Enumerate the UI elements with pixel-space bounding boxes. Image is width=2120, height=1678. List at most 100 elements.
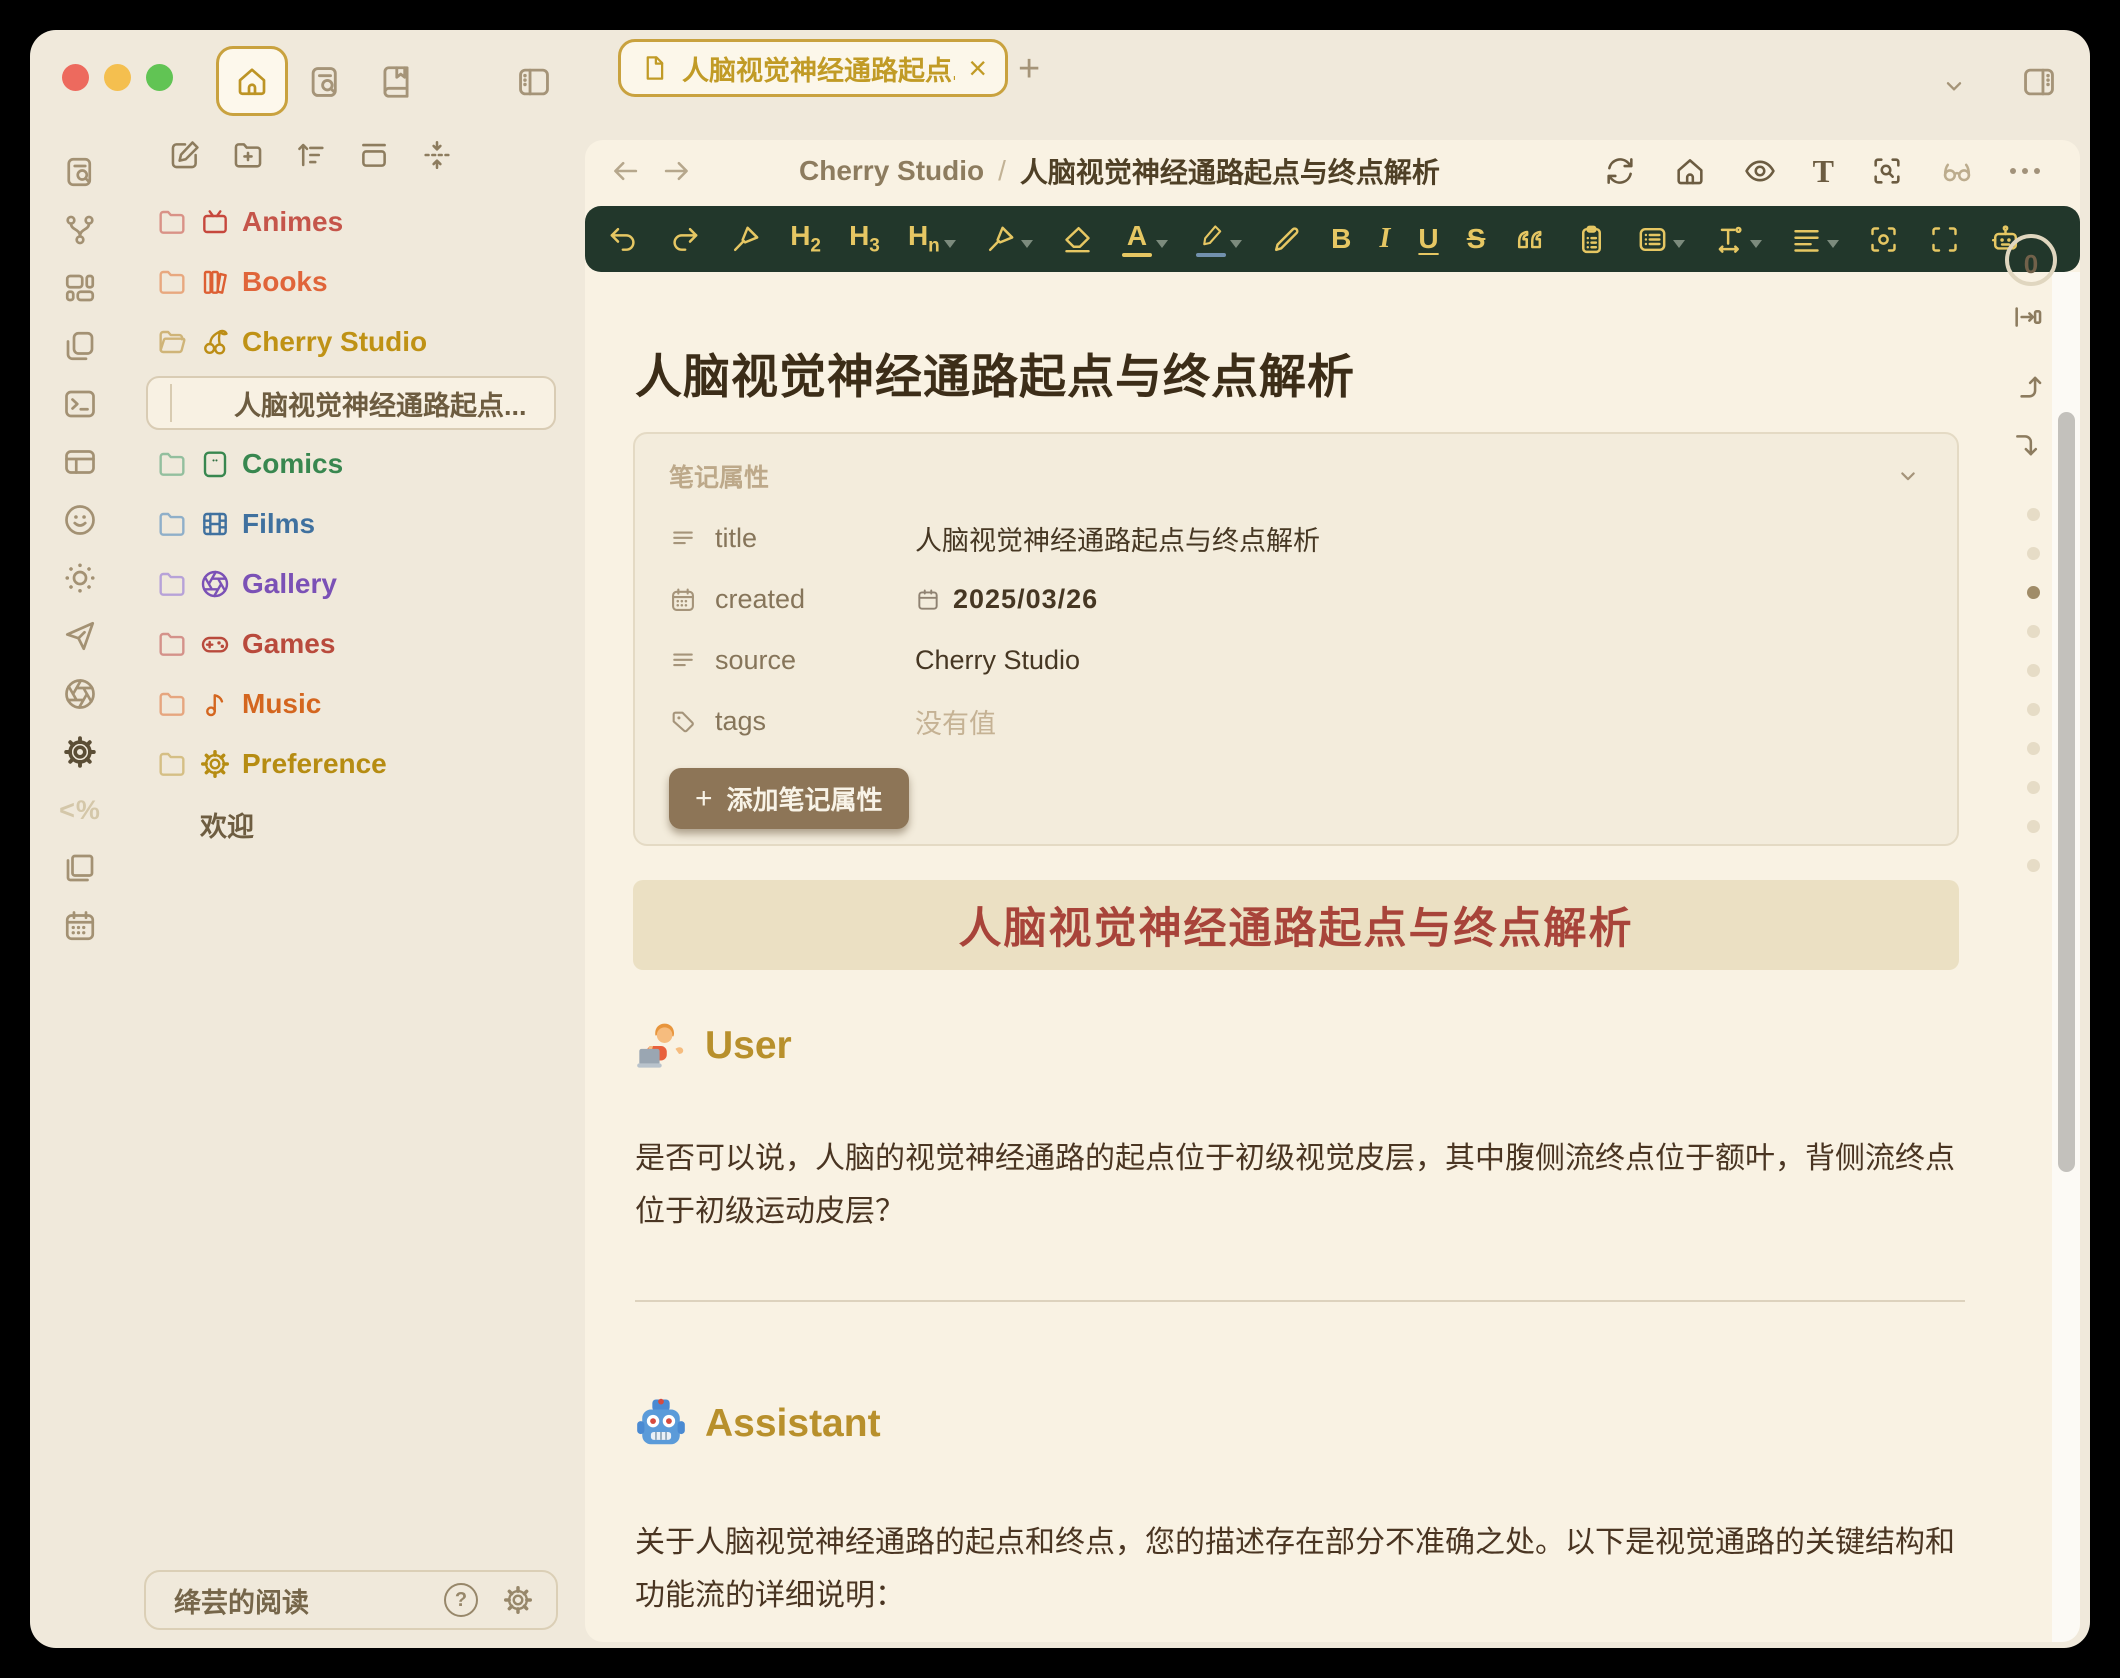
fullscreen-button[interactable]: [1928, 223, 1961, 256]
layout-icon[interactable]: [62, 444, 98, 480]
sidebar-item-games[interactable]: Games: [142, 614, 562, 674]
floating-counter-badge[interactable]: 0: [2005, 234, 2057, 286]
outline-dot-active[interactable]: [2027, 586, 2040, 599]
scrollbar-thumb[interactable]: [2058, 412, 2075, 1172]
scroll-top-button[interactable]: [2008, 368, 2048, 402]
compose-icon[interactable]: [168, 138, 202, 172]
font-color-button[interactable]: A: [1122, 222, 1168, 257]
redo-button[interactable]: [668, 223, 701, 256]
text-spacing-button[interactable]: [1713, 223, 1762, 256]
search-focus-icon[interactable]: [1870, 154, 1904, 188]
search-note-icon[interactable]: [62, 154, 98, 190]
scroll-bottom-button[interactable]: [2008, 430, 2048, 464]
style-brush-button[interactable]: [984, 223, 1033, 256]
tab-list-button[interactable]: [1938, 70, 1976, 108]
clear-format-button[interactable]: [1061, 223, 1094, 256]
settings-icon[interactable]: [62, 734, 98, 770]
outline-dot[interactable]: [2027, 664, 2040, 677]
italic-button[interactable]: I: [1379, 225, 1390, 253]
refresh-icon[interactable]: [1603, 154, 1637, 188]
typography-icon[interactable]: T: [1813, 154, 1834, 188]
attribute-row-created[interactable]: created 2025/03/26: [669, 569, 1923, 630]
eye-icon[interactable]: [1743, 154, 1777, 188]
copy-icon[interactable]: [62, 328, 98, 364]
outline-dot[interactable]: [2027, 781, 2040, 794]
outline-dot[interactable]: [2027, 508, 2040, 521]
bold-button[interactable]: B: [1331, 225, 1351, 253]
sidebar-item-music[interactable]: Music: [142, 674, 562, 734]
windows-icon[interactable]: [62, 850, 98, 886]
attribute-value[interactable]: 2025/03/26: [915, 584, 1098, 615]
flip-board-icon[interactable]: [357, 138, 391, 172]
close-window-button[interactable]: [62, 64, 89, 91]
add-attribute-button[interactable]: + 添加笔记属性: [669, 768, 909, 829]
outline-dot[interactable]: [2027, 625, 2040, 638]
help-icon[interactable]: ?: [444, 1583, 478, 1617]
toggle-right-panel-button[interactable]: [2020, 63, 2058, 101]
attribute-row-tags[interactable]: tags 没有值: [669, 691, 1923, 752]
sidebar-item-animes[interactable]: Animes: [142, 192, 562, 252]
new-folder-icon[interactable]: [231, 138, 265, 172]
sidebar-item-books[interactable]: Books: [142, 252, 562, 312]
heading2-button[interactable]: H2: [790, 222, 821, 256]
ink-pen-button[interactable]: [1270, 223, 1303, 256]
attribute-row-source[interactable]: source Cherry Studio: [669, 630, 1923, 691]
sidebar-item-cherry-studio[interactable]: Cherry Studio: [142, 312, 562, 372]
heading-n-button[interactable]: Hn: [908, 222, 956, 256]
sidebar-item-films[interactable]: Films: [142, 494, 562, 554]
aperture-icon[interactable]: [62, 676, 98, 712]
breadcrumb-page[interactable]: 人脑视觉神经通路起点与终点解析: [1020, 151, 1440, 191]
gear-icon[interactable]: [502, 1584, 534, 1616]
outline-dot[interactable]: [2027, 703, 2040, 716]
tab-active-note[interactable]: 人脑视觉神经通路起点... ×: [618, 39, 1008, 97]
new-tab-button[interactable]: +: [1018, 50, 1040, 88]
sidebar-note-selected[interactable]: 人脑视觉神经通路起点...: [146, 376, 556, 430]
line-height-button[interactable]: [1790, 223, 1839, 256]
search-notes-button[interactable]: [306, 63, 344, 101]
more-icon[interactable]: [2010, 168, 2040, 174]
sort-icon[interactable]: [294, 138, 328, 172]
tab-close-button[interactable]: ×: [968, 52, 987, 84]
collapse-all-icon[interactable]: [420, 138, 454, 172]
chevron-down-icon[interactable]: [1893, 461, 1923, 491]
attribute-value[interactable]: Cherry Studio: [915, 645, 1080, 676]
undo-button[interactable]: [607, 223, 640, 256]
focus-mode-button[interactable]: [1867, 223, 1900, 256]
highlight-button[interactable]: [1196, 222, 1242, 257]
outline-dot[interactable]: [2027, 820, 2040, 833]
attribute-row-title[interactable]: title 人脑视觉神经通路起点与终点解析: [669, 508, 1923, 569]
glasses-icon[interactable]: [1940, 154, 1974, 188]
forward-button[interactable]: [659, 154, 693, 188]
sidebar-item-gallery[interactable]: Gallery: [142, 554, 562, 614]
page-width-button[interactable]: [2008, 300, 2048, 334]
heading3-button[interactable]: H3: [849, 222, 880, 256]
notebook-button[interactable]: [377, 63, 415, 101]
send-icon[interactable]: [62, 618, 98, 654]
terminal-icon[interactable]: [62, 386, 98, 422]
sidebar-item-preference[interactable]: Preference: [142, 734, 562, 794]
list-style-button[interactable]: [1636, 223, 1685, 256]
calendar-icon[interactable]: [62, 908, 98, 944]
outline-dot[interactable]: [2027, 859, 2040, 872]
underline-button[interactable]: U: [1418, 225, 1438, 253]
format-painter-button[interactable]: [729, 223, 762, 256]
outline-dot[interactable]: [2027, 742, 2040, 755]
back-button[interactable]: [609, 154, 643, 188]
outline-dot[interactable]: [2027, 547, 2040, 560]
zoom-window-button[interactable]: [146, 64, 173, 91]
document-title[interactable]: 人脑视觉神经通路起点与终点解析: [635, 338, 1355, 407]
scrollbar-track[interactable]: [2052, 272, 2080, 1642]
minimize-window-button[interactable]: [104, 64, 131, 91]
home-icon[interactable]: [1673, 154, 1707, 188]
attribute-value-empty[interactable]: 没有值: [915, 702, 996, 741]
strikethrough-button[interactable]: S: [1467, 225, 1486, 253]
code-snippet-icon[interactable]: <%: [59, 792, 101, 828]
dashboard-icon[interactable]: [62, 270, 98, 306]
toggle-left-panel-button[interactable]: [515, 63, 553, 101]
quote-button[interactable]: [1513, 223, 1546, 256]
graph-icon[interactable]: [62, 212, 98, 248]
sidebar-item-welcome[interactable]: 欢迎: [142, 794, 562, 854]
emoji-icon[interactable]: [62, 502, 98, 538]
clipboard-list-button[interactable]: [1575, 223, 1608, 256]
home-button[interactable]: [216, 46, 288, 116]
